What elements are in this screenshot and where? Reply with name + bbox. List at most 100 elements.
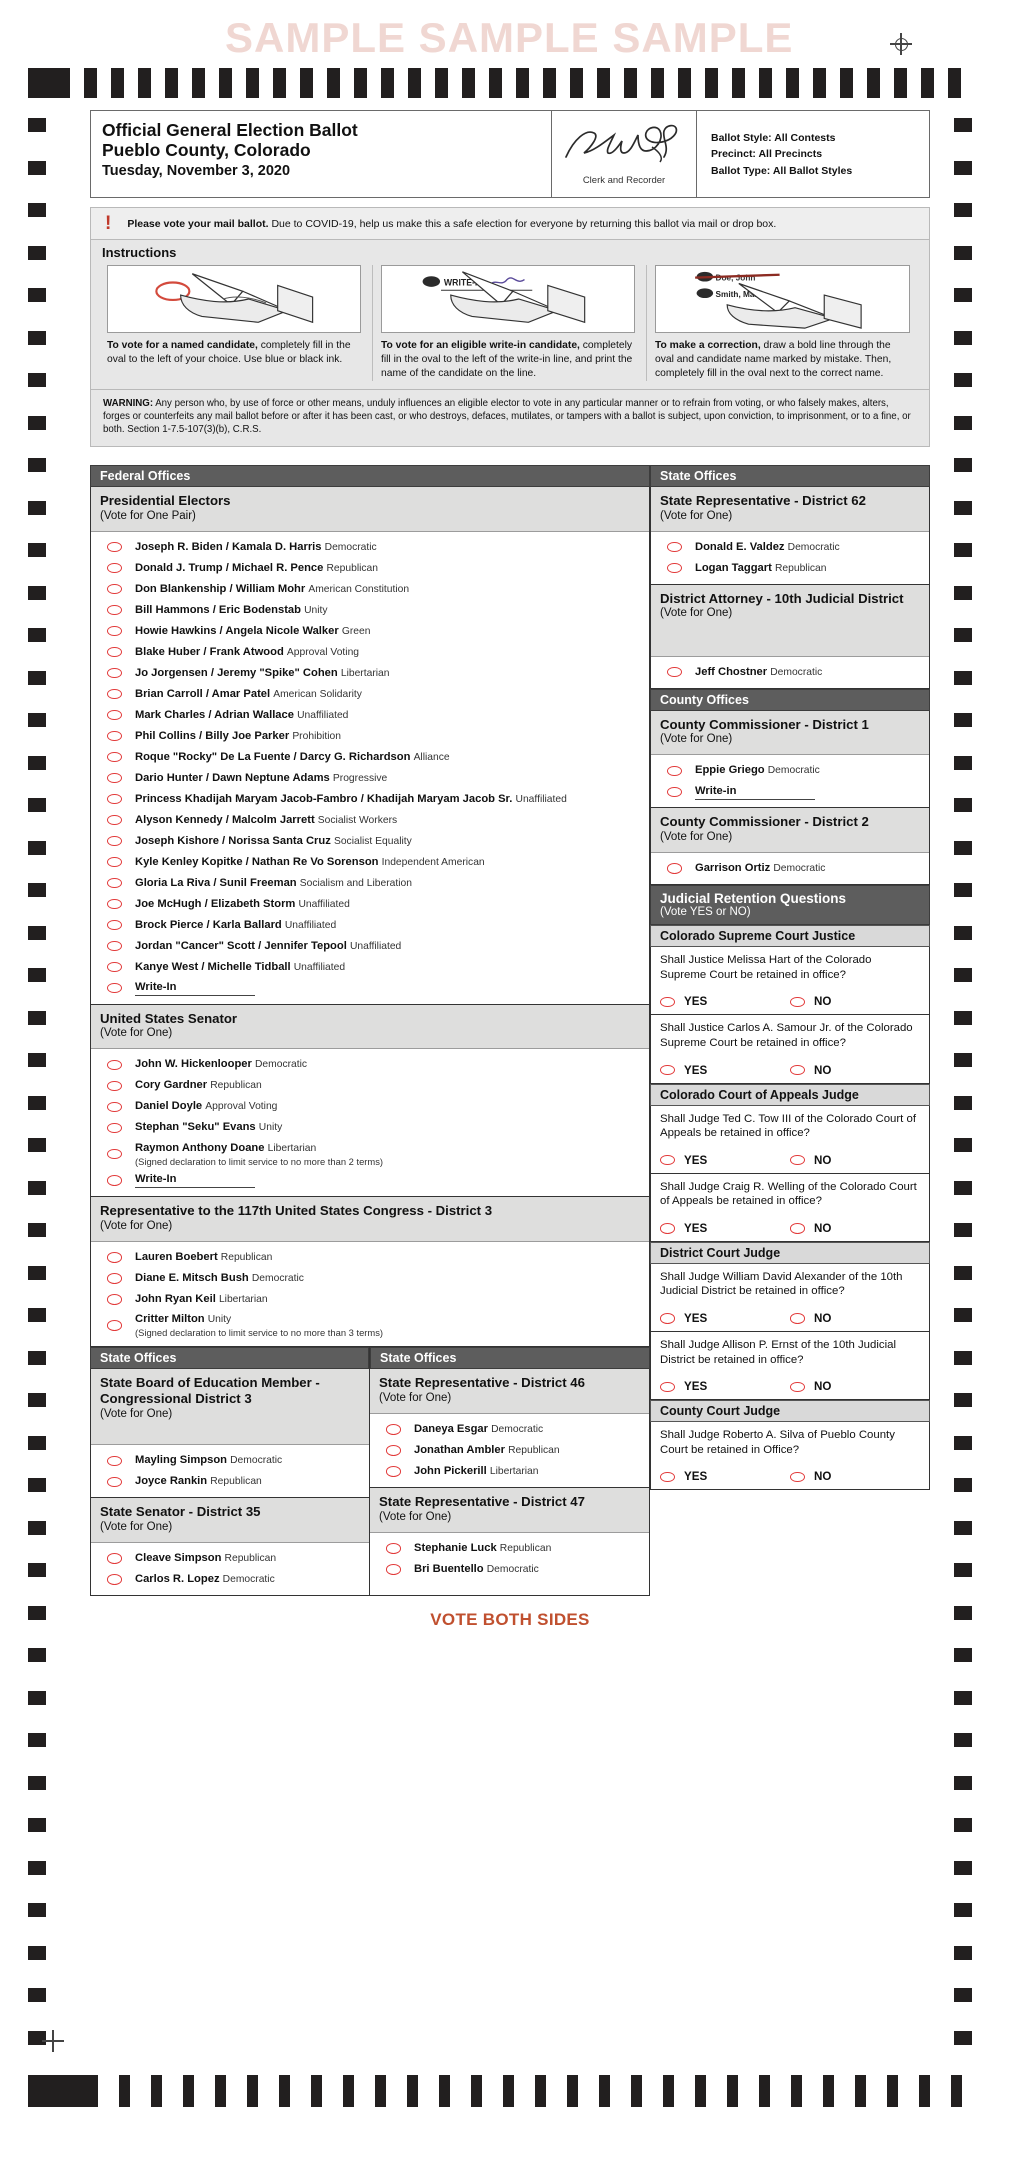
vote-oval[interactable] [107,583,122,595]
ballot-option[interactable]: Brock Pierce / Karla Ballard Unaffiliate… [91,915,649,936]
ballot-option[interactable]: Don Blankenship / William Mohr American … [91,579,649,600]
ballot-option[interactable]: Garrison Ortiz Democratic [651,858,929,879]
ballot-option[interactable]: Eppie Griego Democratic [651,760,929,781]
ballot-option[interactable]: Howie Hawkins / Angela Nicole Walker Gre… [91,621,649,642]
ballot-option[interactable]: Lauren Boebert Republican [91,1247,649,1268]
ballot-option[interactable]: Joe McHugh / Elizabeth Storm Unaffiliate… [91,894,649,915]
vote-oval[interactable] [386,1424,401,1435]
vote-oval[interactable] [660,1154,675,1166]
vote-oval[interactable] [107,877,122,889]
vote-oval[interactable] [107,982,122,994]
retention-no-option[interactable]: NO [790,1064,920,1077]
vote-oval[interactable] [107,1080,122,1092]
ballot-option[interactable]: Jo Jorgensen / Jeremy "Spike" Cohen Libe… [91,663,649,684]
vote-oval[interactable] [660,1471,675,1483]
ballot-option[interactable]: Donald J. Trump / Michael R. Pence Repub… [91,558,649,579]
vote-oval[interactable] [107,1294,122,1305]
vote-oval[interactable] [107,730,122,742]
ballot-option[interactable]: Gloria La Riva / Sunil Freeman Socialism… [91,873,649,894]
vote-oval[interactable] [386,1466,401,1477]
ballot-option[interactable]: Cory Gardner Republican [91,1075,649,1096]
vote-oval[interactable] [107,1148,122,1160]
ballot-option[interactable]: Logan Taggart Republican [651,558,929,579]
ballot-option[interactable]: Write-in [651,781,929,802]
vote-oval[interactable] [386,1445,401,1456]
ballot-option[interactable]: Joseph Kishore / Norissa Santa Cruz Soci… [91,831,649,852]
vote-oval[interactable] [667,541,682,553]
ballot-option[interactable]: Bill Hammons / Eric Bodenstab Unity [91,600,649,621]
ballot-option[interactable]: Dario Hunter / Dawn Neptune Adams Progre… [91,768,649,789]
ballot-option[interactable]: Mark Charles / Adrian Wallace Unaffiliat… [91,705,649,726]
retention-no-option[interactable]: NO [790,1312,920,1325]
retention-no-option[interactable]: NO [790,1154,920,1167]
vote-oval[interactable] [107,793,122,805]
vote-oval[interactable] [667,863,682,874]
vote-oval[interactable] [107,898,122,910]
vote-oval[interactable] [107,562,122,574]
vote-oval[interactable] [790,1313,805,1324]
vote-oval[interactable] [790,1381,805,1393]
vote-oval[interactable] [790,1223,805,1234]
vote-oval[interactable] [107,667,122,679]
retention-yes-option[interactable]: YES [660,1312,790,1325]
ballot-option[interactable]: Jonathan Ambler Republican [370,1440,649,1461]
vote-oval[interactable] [790,1064,805,1076]
ballot-option[interactable]: John Ryan Keil Libertarian [91,1289,649,1310]
ballot-option[interactable]: Jordan "Cancer" Scott / Jennifer Tepool … [91,936,649,957]
ballot-option[interactable]: Write-In [91,978,649,999]
vote-oval[interactable] [107,751,122,763]
ballot-option[interactable]: Stephanie Luck Republican [370,1538,649,1559]
ballot-option[interactable]: Raymon Anthony Doane Libertarian (Signed … [91,1138,649,1170]
vote-oval[interactable] [107,772,122,784]
ballot-option[interactable]: Bri Buentello Democratic [370,1559,649,1580]
vote-oval[interactable] [107,1320,122,1331]
vote-oval[interactable] [107,961,122,973]
retention-yes-option[interactable]: YES [660,1470,790,1483]
vote-oval[interactable] [386,1543,401,1554]
vote-oval[interactable] [790,996,805,1008]
ballot-option[interactable]: Kyle Kenley Kopitke / Nathan Re Vo Soren… [91,852,649,873]
vote-oval[interactable] [667,666,682,678]
vote-oval[interactable] [386,1564,401,1575]
vote-oval[interactable] [790,1471,805,1483]
vote-oval[interactable] [107,1553,122,1564]
retention-yes-option[interactable]: YES [660,995,790,1008]
vote-oval[interactable] [107,646,122,658]
vote-oval[interactable] [107,1252,122,1263]
ballot-option[interactable]: John Pickerill Libertarian [370,1461,649,1482]
ballot-option[interactable]: Donald E. Valdez Democratic [651,537,929,558]
ballot-option[interactable]: Kanye West / Michelle Tidball Unaffiliat… [91,957,649,978]
ballot-option[interactable]: Jeff Chostner Democratic [651,662,929,683]
ballot-option[interactable]: Daniel Doyle Approval Voting [91,1096,649,1117]
ballot-option[interactable]: Critter Milton Unity (Signed declaration … [91,1310,649,1342]
retention-yes-option[interactable]: YES [660,1154,790,1167]
ballot-option[interactable]: Joyce Rankin Republican [91,1471,369,1492]
ballot-option[interactable]: Mayling Simpson Democratic [91,1450,369,1471]
vote-oval[interactable] [660,1064,675,1076]
ballot-option[interactable]: Daneya Esgar Democratic [370,1419,649,1440]
ballot-option[interactable]: Cleave Simpson Republican [91,1548,369,1569]
vote-oval[interactable] [107,1574,122,1585]
vote-oval[interactable] [790,1154,805,1166]
vote-oval[interactable] [107,688,122,700]
vote-oval[interactable] [107,1455,122,1467]
vote-oval[interactable] [667,786,682,798]
vote-oval[interactable] [107,1059,122,1071]
retention-yes-option[interactable]: YES [660,1222,790,1235]
ballot-option[interactable]: Diane E. Mitsch Bush Democratic [91,1268,649,1289]
vote-oval[interactable] [107,835,122,847]
retention-yes-option[interactable]: YES [660,1064,790,1077]
vote-oval[interactable] [107,814,122,826]
retention-no-option[interactable]: NO [790,1470,920,1483]
vote-oval[interactable] [667,562,682,574]
vote-oval[interactable] [107,1175,122,1186]
retention-no-option[interactable]: NO [790,1222,920,1235]
ballot-option[interactable]: Phil Collins / Billy Joe Parker Prohibit… [91,726,649,747]
ballot-option[interactable]: Brian Carroll / Amar Patel American Soli… [91,684,649,705]
ballot-option[interactable]: Write-In [91,1170,649,1191]
vote-oval[interactable] [107,1476,122,1488]
vote-oval[interactable] [107,1101,122,1113]
retention-no-option[interactable]: NO [790,995,920,1008]
retention-yes-option[interactable]: YES [660,1380,790,1393]
vote-oval[interactable] [107,940,122,952]
